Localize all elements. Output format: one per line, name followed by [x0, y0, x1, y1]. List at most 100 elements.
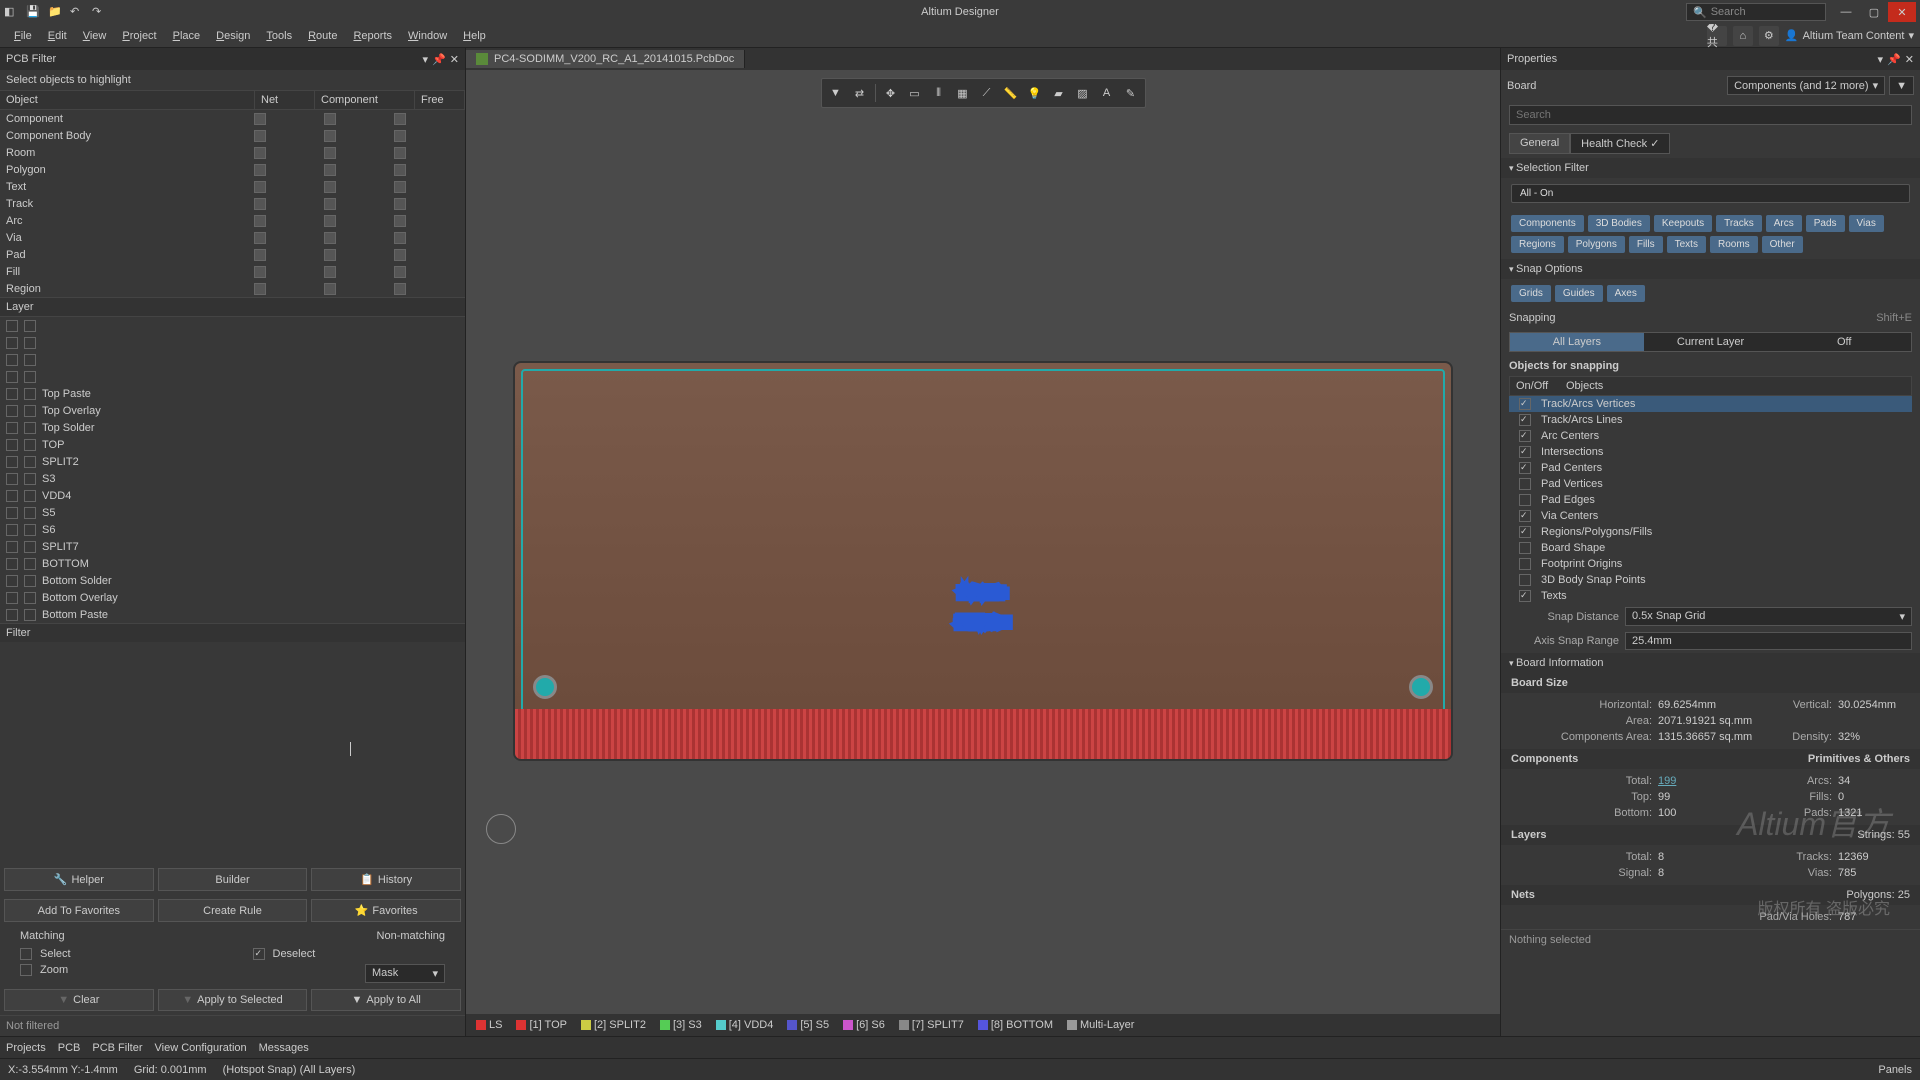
layer-item[interactable]: BOTTOM [0, 555, 465, 572]
snap-item[interactable]: Board Shape [1509, 540, 1912, 556]
layer-item[interactable]: TOP [0, 436, 465, 453]
seg-current-layer[interactable]: Current Layer [1644, 333, 1778, 351]
properties-search[interactable] [1509, 105, 1912, 125]
layer-item[interactable]: Bottom Paste [0, 606, 465, 623]
align-icon[interactable]: ⫴ [928, 82, 950, 104]
team-content-link[interactable]: 👤 Altium Team Content ▾ [1785, 29, 1914, 42]
flag-icon[interactable]: ▰ [1048, 82, 1070, 104]
snap-item[interactable]: Footprint Origins [1509, 556, 1912, 572]
pin-icon[interactable]: 📌 [432, 53, 446, 66]
total-link[interactable]: 199 [1658, 775, 1758, 787]
menu-route[interactable]: Route [300, 28, 345, 44]
chip-fills[interactable]: Fills [1629, 236, 1663, 253]
menu-help[interactable]: Help [455, 28, 494, 44]
layer-item[interactable]: Bottom Solder [0, 572, 465, 589]
chip-polygons[interactable]: Polygons [1568, 236, 1625, 253]
favorites-button[interactable]: ⭐Favorites [311, 899, 461, 922]
chip-texts[interactable]: Texts [1667, 236, 1706, 253]
col-onoff[interactable]: On/Off [1510, 377, 1560, 395]
close-panel-icon[interactable]: ✕ [450, 53, 459, 66]
menu-design[interactable]: Design [208, 28, 258, 44]
snap-chip-guides[interactable]: Guides [1555, 285, 1603, 302]
layer-item[interactable]: SPLIT7 [0, 538, 465, 555]
menu-view[interactable]: View [75, 28, 115, 44]
col-net[interactable]: Net [255, 91, 315, 109]
layer-item[interactable] [0, 334, 465, 351]
pin-icon[interactable]: 📌 [1887, 53, 1901, 66]
move-icon[interactable]: ✥ [880, 82, 902, 104]
col-component[interactable]: Component [315, 91, 415, 109]
layer-item[interactable] [0, 368, 465, 385]
chip-other[interactable]: Other [1762, 236, 1803, 253]
builder-button[interactable]: Builder [158, 868, 308, 891]
layer-tab[interactable]: Multi-Layer [1061, 1017, 1140, 1033]
filter-icon[interactable]: ▼ [825, 82, 847, 104]
text-tool-icon[interactable]: A [1096, 82, 1118, 104]
axis-range-input[interactable]: 25.4mm [1625, 632, 1912, 650]
chip-regions[interactable]: Regions [1511, 236, 1564, 253]
global-search[interactable]: 🔍 Search [1686, 3, 1826, 21]
filter-row[interactable]: Via [0, 229, 465, 246]
highlight-icon[interactable]: 💡 [1024, 82, 1046, 104]
pen-icon[interactable]: ✎ [1120, 82, 1142, 104]
chip-rooms[interactable]: Rooms [1710, 236, 1758, 253]
bottom-tab-pcb-filter[interactable]: PCB Filter [92, 1042, 142, 1054]
filter-row[interactable]: Fill [0, 263, 465, 280]
net-icon[interactable]: ⇄ [849, 82, 871, 104]
bottom-tab-view-configuration[interactable]: View Configuration [155, 1042, 247, 1054]
layer-item[interactable] [0, 317, 465, 334]
layer-header[interactable]: Layer [0, 297, 465, 317]
select-check[interactable] [20, 948, 32, 960]
filter-expression[interactable] [0, 642, 465, 864]
menu-edit[interactable]: Edit [40, 28, 75, 44]
layer-item[interactable]: S5 [0, 504, 465, 521]
layer-tab[interactable]: [8] BOTTOM [972, 1017, 1059, 1033]
snap-item[interactable]: Arc Centers [1509, 428, 1912, 444]
filter-row[interactable]: Region [0, 280, 465, 297]
dropdown-icon[interactable]: ▾ [423, 53, 429, 66]
route-icon[interactable]: ⟋ [976, 82, 998, 104]
menu-window[interactable]: Window [400, 28, 455, 44]
seg-off[interactable]: Off [1777, 333, 1911, 351]
layer-tab[interactable]: LS [470, 1017, 508, 1033]
chip-3d bodies[interactable]: 3D Bodies [1588, 215, 1650, 232]
bottom-tab-projects[interactable]: Projects [6, 1042, 46, 1054]
layer-tab[interactable]: [5] S5 [781, 1017, 835, 1033]
menu-file[interactable]: File [6, 28, 40, 44]
layer-item[interactable]: VDD4 [0, 487, 465, 504]
section-snap-options[interactable]: Snap Options [1501, 259, 1920, 279]
filter-row[interactable]: Component Body [0, 127, 465, 144]
layer-tab[interactable]: [2] SPLIT2 [575, 1017, 652, 1033]
snap-item[interactable]: Texts [1509, 588, 1912, 604]
history-button[interactable]: 📋History [311, 868, 461, 891]
section-selection-filter[interactable]: Selection Filter [1501, 158, 1920, 178]
layer-item[interactable]: S6 [0, 521, 465, 538]
apply-all-button[interactable]: ▼ Apply to All [311, 989, 461, 1011]
filter-row[interactable]: Track [0, 195, 465, 212]
menu-tools[interactable]: Tools [258, 28, 300, 44]
bottom-tab-pcb[interactable]: PCB [58, 1042, 81, 1054]
chart-icon[interactable]: ▨ [1072, 82, 1094, 104]
snap-distance-dropdown[interactable]: 0.5x Snap Grid▾ [1625, 607, 1912, 626]
filter-row[interactable]: Room [0, 144, 465, 161]
save-icon[interactable]: 💾 [26, 5, 40, 19]
col-objects[interactable]: Objects [1560, 377, 1609, 395]
layer-item[interactable] [0, 351, 465, 368]
redo-icon[interactable]: ↷ [92, 5, 106, 19]
menu-reports[interactable]: Reports [345, 28, 400, 44]
document-tab[interactable]: PC4-SODIMM_V200_RC_A1_20141015.PcbDoc [466, 50, 745, 68]
chip-arcs[interactable]: Arcs [1766, 215, 1802, 232]
layer-item[interactable]: Top Paste [0, 385, 465, 402]
layer-tab[interactable]: [7] SPLIT7 [893, 1017, 970, 1033]
snap-item[interactable]: Intersections [1509, 444, 1912, 460]
minimize-button[interactable]: — [1832, 2, 1860, 22]
close-panel-icon[interactable]: ✕ [1905, 53, 1914, 66]
zoom-check[interactable] [20, 964, 32, 976]
snap-item[interactable]: Track/Arcs Lines [1509, 412, 1912, 428]
chip-tracks[interactable]: Tracks [1716, 215, 1762, 232]
bottom-tab-messages[interactable]: Messages [259, 1042, 309, 1054]
filter-row[interactable]: Component [0, 110, 465, 127]
layer-item[interactable]: Bottom Overlay [0, 589, 465, 606]
menu-project[interactable]: Project [114, 28, 164, 44]
col-object[interactable]: Object [0, 91, 255, 109]
